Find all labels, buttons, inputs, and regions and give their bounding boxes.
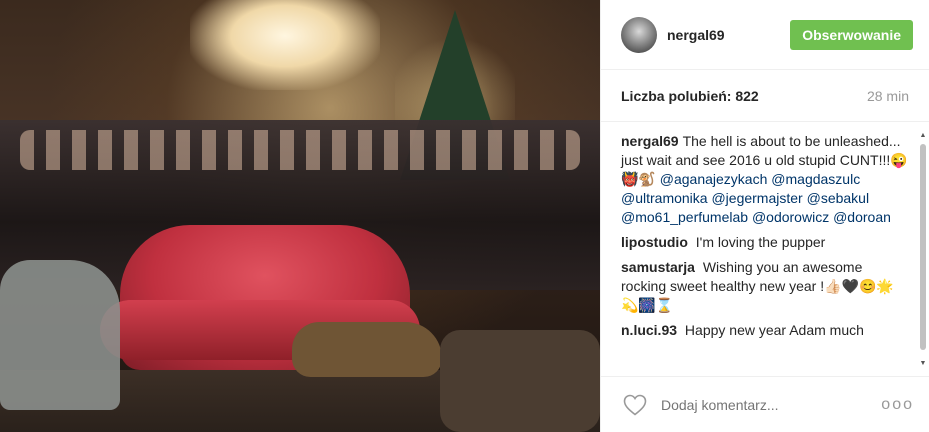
post-photo[interactable]: [0, 0, 600, 432]
dog-graphic: [292, 322, 442, 377]
comment-text: I'm loving the pupper: [695, 234, 826, 250]
comment-item: n.luci.93 Happy new year Adam much: [621, 321, 908, 340]
comment-author[interactable]: nergal69: [621, 133, 679, 149]
post-time[interactable]: 28 min: [867, 88, 909, 104]
avatar[interactable]: [621, 16, 657, 53]
likes-count[interactable]: Liczba polubień: 822: [621, 88, 759, 104]
comment-item: samustarja Wishing you an awesome rockin…: [621, 258, 908, 315]
scroll-up-icon[interactable]: ▲: [919, 132, 927, 140]
left-chair-graphic: [0, 260, 120, 410]
comment-item: lipostudio I'm loving the pupper: [621, 233, 908, 252]
comments-list[interactable]: nergal69 The hell is about to be unleashe…: [601, 132, 929, 372]
post-meta: Liczba polubień: 822 28 min: [601, 70, 929, 122]
caption-comment: nergal69 The hell is about to be unleashe…: [621, 132, 908, 227]
mention-link[interactable]: @ultramonika: [621, 190, 708, 206]
post-view: nergal69 Obserwowanie Liczba polubień: 8…: [0, 0, 929, 432]
mention-link[interactable]: @odorowicz: [752, 209, 829, 225]
chandelier-graphic: [190, 0, 380, 90]
follow-button[interactable]: Obserwowanie: [790, 19, 913, 50]
username-link[interactable]: nergal69: [667, 27, 790, 43]
crowd-faces-graphic: [20, 130, 580, 170]
right-chair-graphic: [440, 330, 600, 432]
scroll-thumb[interactable]: [920, 144, 926, 350]
heart-icon[interactable]: [623, 394, 647, 416]
mention-link[interactable]: @aganajezykach: [660, 171, 768, 187]
mention-link[interactable]: @magdaszulc: [771, 171, 860, 187]
more-options-icon[interactable]: ooo: [881, 396, 914, 414]
mention-link[interactable]: @jegermajster: [711, 190, 802, 206]
mention-link[interactable]: @sebakul: [807, 190, 869, 206]
post-sidebar: nergal69 Obserwowanie Liczba polubień: 8…: [600, 0, 929, 432]
post-footer: ooo: [601, 376, 929, 432]
comment-author[interactable]: n.luci.93: [621, 322, 677, 338]
mention-link[interactable]: @doroan: [833, 209, 891, 225]
comments-scrollbar[interactable]: ▲ ▼: [919, 132, 927, 368]
comment-author[interactable]: samustarja: [621, 259, 695, 275]
post-header: nergal69 Obserwowanie: [601, 0, 929, 70]
mention-link[interactable]: @mo61_perfumelab: [621, 209, 748, 225]
comment-text: Happy new year Adam much: [684, 322, 864, 338]
comment-author[interactable]: lipostudio: [621, 234, 688, 250]
comment-input[interactable]: [659, 395, 882, 414]
scroll-down-icon[interactable]: ▼: [919, 360, 927, 368]
